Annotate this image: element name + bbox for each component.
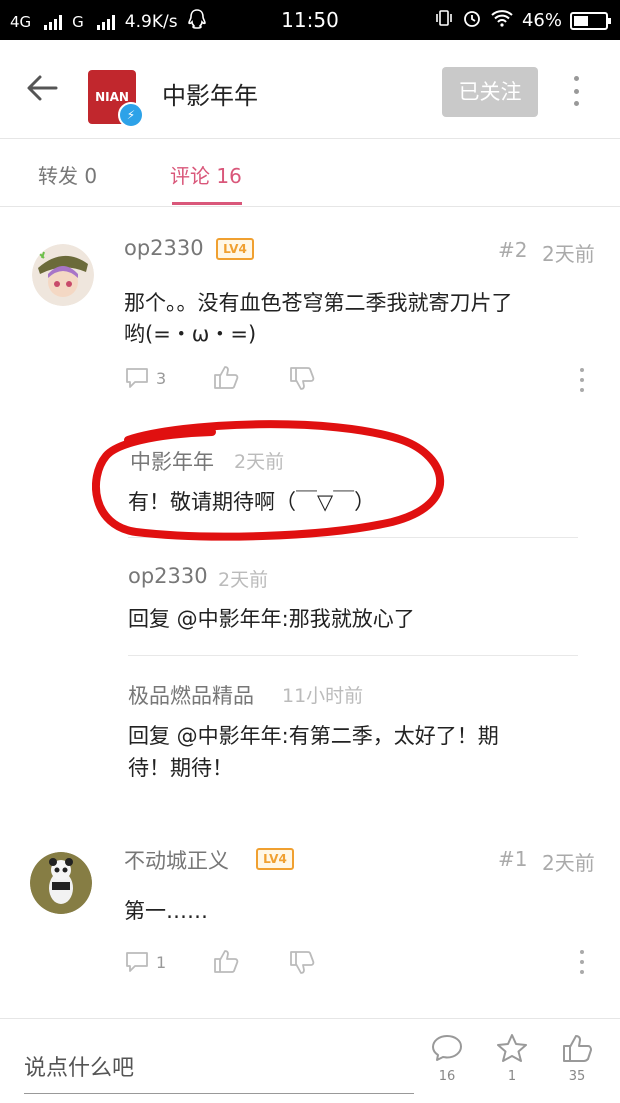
comment-bubble-icon bbox=[432, 1035, 462, 1061]
thumbs-down-icon bbox=[290, 367, 315, 390]
avatar[interactable] bbox=[30, 852, 92, 914]
like-button[interactable] bbox=[212, 364, 240, 390]
reply-count: 3 bbox=[156, 368, 167, 388]
account-logo[interactable]: NIAN ⚡ bbox=[88, 70, 144, 128]
dislike-button[interactable] bbox=[288, 950, 316, 976]
vibrate-icon bbox=[434, 8, 454, 33]
comment-text-line: 那个。。没有血色苍穹第二季我就寄刀片了 bbox=[124, 291, 513, 315]
annotation-circle bbox=[92, 420, 445, 541]
status-bar: 4G G 4.9K/s 11:50 46% bbox=[0, 0, 620, 40]
reply-text: 回复 @中影年年:有第二季，太好了！期 待！期待！ bbox=[128, 720, 568, 784]
alarm-icon bbox=[462, 8, 482, 33]
comment-bubble-icon bbox=[126, 952, 148, 972]
thumbs-up-icon bbox=[214, 366, 239, 389]
reply-button[interactable]: 1 bbox=[124, 950, 166, 974]
more-options-icon[interactable] bbox=[566, 76, 586, 106]
tab-bar: 转发 0 评论 16 bbox=[0, 138, 620, 207]
reply-username[interactable]: 极品燃品精品 bbox=[128, 680, 254, 710]
dislike-button[interactable] bbox=[288, 366, 316, 392]
verified-badge-icon: ⚡ bbox=[118, 102, 144, 128]
wifi-icon bbox=[490, 9, 514, 32]
tab-comments[interactable]: 评论 16 bbox=[170, 160, 242, 189]
comments-count: 16 bbox=[438, 1069, 456, 1084]
reply-text: 回复 @中影年年:那我就放心了 bbox=[128, 607, 415, 631]
comment-time: 2天前 bbox=[542, 851, 595, 875]
comment-text: 那个。。没有血色苍穹第二季我就寄刀片了 哟(=・ω・=) bbox=[124, 288, 594, 350]
reply-time: 2天前 bbox=[218, 569, 269, 591]
thumbs-up-icon bbox=[214, 950, 239, 973]
level-badge: LV4 bbox=[256, 848, 294, 870]
like-post-button[interactable]: 35 bbox=[552, 1033, 602, 1084]
star-icon bbox=[497, 1034, 527, 1062]
app-header: NIAN ⚡ 中影年年 已关注 bbox=[0, 40, 620, 139]
bottom-bar: 16 1 35 bbox=[0, 1018, 620, 1103]
reply-button[interactable]: 3 bbox=[124, 366, 166, 390]
comment-index: #1 bbox=[498, 847, 528, 871]
battery-percent: 46% bbox=[521, 10, 562, 31]
comment-username[interactable]: 不动城正义 bbox=[124, 845, 229, 875]
comment-more-icon[interactable] bbox=[578, 368, 586, 392]
comment-input[interactable] bbox=[24, 1043, 414, 1094]
battery-icon bbox=[570, 11, 611, 30]
tab-repost[interactable]: 转发 0 bbox=[38, 160, 97, 189]
back-button[interactable] bbox=[24, 70, 60, 106]
favorite-button[interactable]: 1 bbox=[487, 1033, 537, 1084]
reply-divider bbox=[128, 655, 578, 656]
comments-button[interactable]: 16 bbox=[422, 1033, 472, 1084]
reply-time: 11小时前 bbox=[282, 685, 364, 707]
comment-username[interactable]: op2330 bbox=[124, 236, 204, 260]
thumbs-up-icon bbox=[563, 1035, 592, 1062]
likes-count: 35 bbox=[568, 1069, 586, 1084]
arrow-left-icon bbox=[27, 75, 58, 101]
comment-time: 2天前 bbox=[542, 242, 595, 266]
comment-more-icon[interactable] bbox=[578, 950, 586, 974]
reply-text-line: 待！期待！ bbox=[128, 756, 233, 780]
favorites-count: 1 bbox=[507, 1069, 517, 1084]
active-tab-indicator bbox=[172, 202, 242, 205]
page-title: 中影年年 bbox=[162, 82, 258, 110]
comment-bubble-icon bbox=[126, 368, 148, 388]
follow-button[interactable]: 已关注 bbox=[442, 67, 538, 117]
like-button[interactable] bbox=[212, 948, 240, 974]
thumbs-down-icon bbox=[290, 951, 315, 974]
reply-count: 1 bbox=[156, 952, 167, 972]
avatar[interactable] bbox=[32, 244, 94, 306]
comment-text: 第一…… bbox=[124, 899, 208, 923]
comment-index: #2 bbox=[498, 238, 528, 262]
comment-text-line: 哟(=・ω・=) bbox=[124, 322, 257, 346]
level-badge: LV4 bbox=[216, 238, 254, 260]
reply-text-line: 回复 @中影年年:有第二季，太好了！期 bbox=[128, 724, 499, 748]
reply-username[interactable]: op2330 bbox=[128, 564, 208, 588]
